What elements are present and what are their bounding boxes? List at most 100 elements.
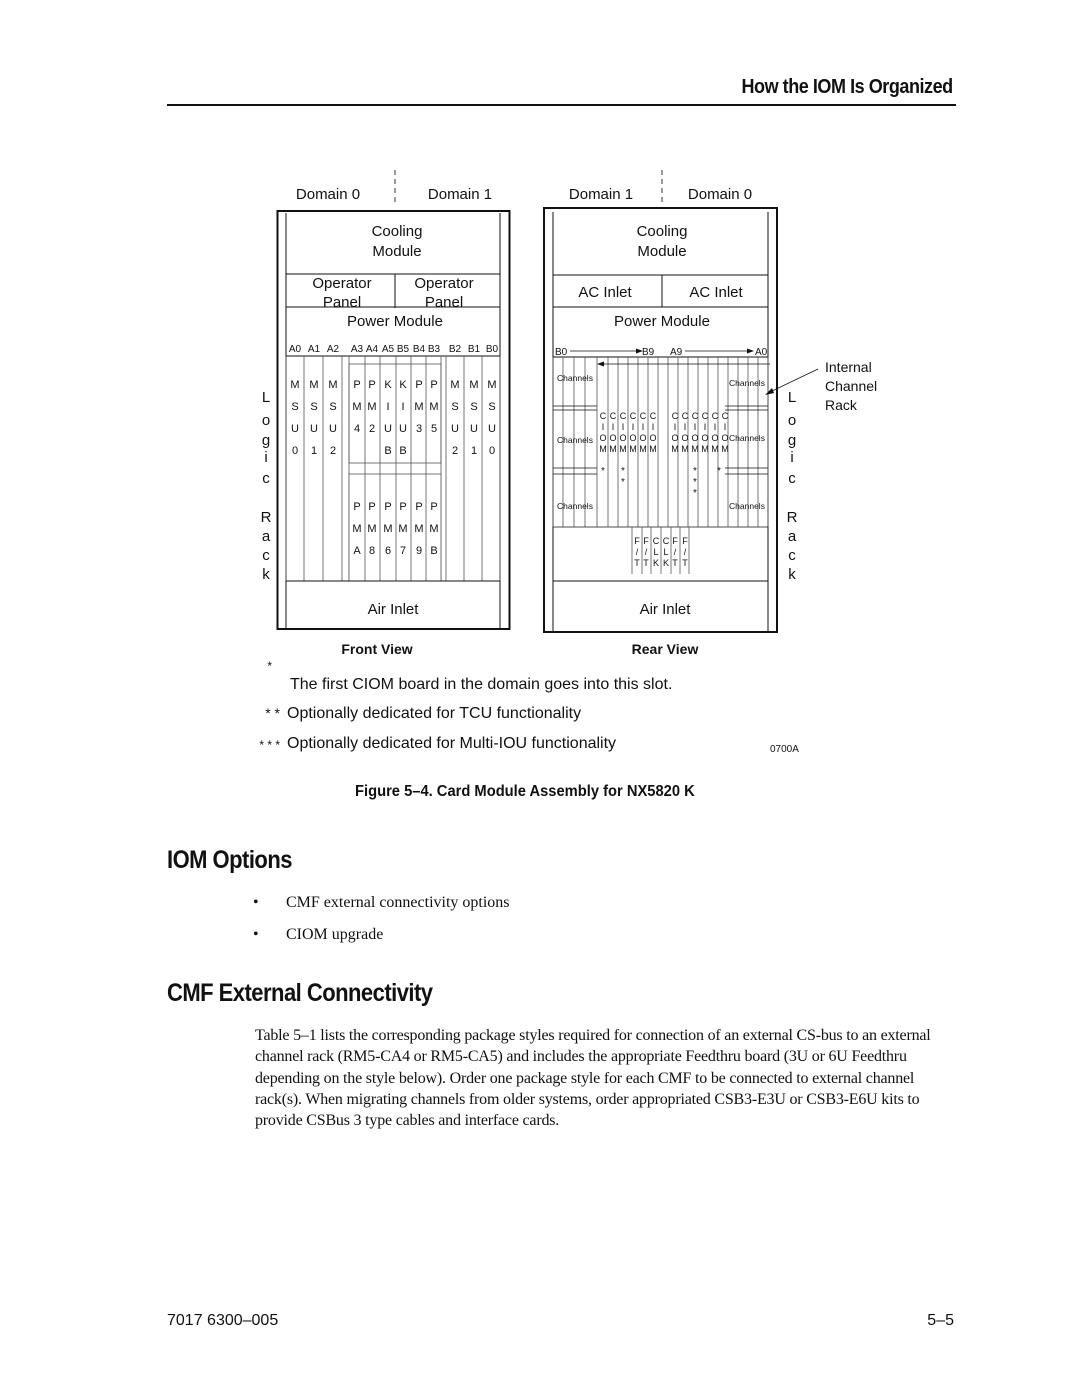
rear-ciom-left-label: C [630,411,637,421]
rear-range-right-arrowhead [747,348,754,354]
rear-ft-label: T [672,558,678,568]
logic-rack-letter: o [262,412,270,429]
front-card-label: 2 [330,445,336,457]
footer-page-number: 5–5 [927,1312,954,1329]
front-card-label: M [328,379,337,391]
front-card-label: M [429,401,438,413]
rear-ft-label: / [684,547,687,557]
card-module-assembly-diagram: Domain 0 Domain 1 Cooling Module Operato… [259,170,877,755]
front-card-label: K [399,379,407,391]
front-card-label: M [469,379,478,391]
rear-cooling-line2: Module [637,243,686,260]
iom-option-text: CIOM upgrade [286,926,384,943]
rear-chassis-outline [543,207,778,633]
rear-ac-inlet-left: AC Inlet [578,284,632,301]
rear-ciom-left-label: O [649,433,656,443]
front-card-label: S [488,401,495,413]
rear-ft-label: C [663,536,670,546]
rear-ciom-right-label: M [711,444,719,454]
front-panel-left-line1: Operator [312,275,371,292]
bullet-icon: • [253,894,259,911]
rear-power-module: Power Module [614,313,710,330]
note-3-marker: * * * [259,738,280,752]
note-2-marker: * * [265,705,280,721]
rear-ft-label: K [663,558,669,568]
logic-rack-letter: c [262,470,270,487]
logic-rack-letter: o [788,412,796,429]
header-rule [167,104,956,106]
front-card-label: S [451,401,458,413]
front-card-label: M [414,401,423,413]
rear-ciom-left-label: C [650,411,657,421]
rear-ciom-left-label: M [619,444,627,454]
rear-ciom-right-label: O [711,433,718,443]
figure-caption: Figure 5–4. Card Module Assembly for NX5… [355,783,695,800]
rear-cooling-line1: Cooling [637,223,688,240]
front-lower-pm-group [348,473,442,582]
rear-ciom-right-label: M [721,444,729,454]
front-lower-card-label: P [384,501,391,513]
logic-rack-letter: k [262,566,270,583]
note-3-text: Optionally dedicated for Multi-IOU funct… [287,735,616,752]
rear-ft-label: L [663,547,668,557]
rear-channels-label: Channels [557,501,593,511]
front-lower-card-label: M [352,523,361,535]
rear-ciom-left-label: I [602,422,605,432]
rear-ft-label: / [645,547,648,557]
rear-ft-label: F [682,536,688,546]
front-card-label: 4 [354,423,360,435]
front-card-label: U [470,423,478,435]
rear-ciom-right-label: M [701,444,709,454]
front-card-label: P [430,379,437,391]
front-card-label: M [450,379,459,391]
front-lower-card-label: 6 [385,545,391,557]
rear-channels-label: Channels [557,435,593,445]
rear-channels-label: Channels [557,373,593,383]
rear-ciom-right-label: C [722,411,729,421]
front-slot-label: B0 [486,344,499,355]
front-card-label: U [329,423,337,435]
rear-ciom-left-label: M [639,444,647,454]
rear-ciom-mark: * [693,488,697,499]
front-lower-card-label: P [415,501,422,513]
front-card-label: 5 [431,423,437,435]
front-lower-card-label: P [368,501,375,513]
front-card-label: U [451,423,459,435]
front-view-label: Front View [341,641,412,657]
front-logic-rack-label: LogicRack [261,389,272,583]
rear-ciom-right-label: O [691,433,698,443]
rear-ciom-left-label: I [622,422,625,432]
rear-ciom-mark: * [621,477,625,488]
rear-ciom-mark: * [621,466,625,477]
rear-ciom-left-label: M [649,444,657,454]
rear-ciom-left-label: I [642,422,645,432]
iom-option-item: • CIOM upgrade [253,926,383,944]
rear-channels-label: Channels [729,378,765,388]
front-lower-card-label: M [383,523,392,535]
rear-ciom-right-label: I [724,422,727,432]
front-card-label: 0 [489,445,495,457]
front-cooling-line2: Module [372,243,421,260]
rear-ciom-right-label: O [671,433,678,443]
logic-rack-letter: g [788,432,796,449]
rear-ciom-right-label: I [674,422,677,432]
rear-ft-label: F [634,536,640,546]
front-card-label: 1 [471,445,477,457]
front-slot-label: A1 [308,344,321,355]
front-card-label: 1 [311,445,317,457]
rear-ft-label: C [653,536,660,546]
logic-rack-letter: k [788,566,796,583]
rear-ciom-left-label: C [610,411,617,421]
front-lower-card-label: P [430,501,437,513]
iom-options-heading: IOM Options [167,846,292,874]
callout-arrowhead [765,388,774,395]
front-lower-card-label: A [353,545,361,557]
rear-ciom-right-label: I [714,422,717,432]
rear-ciom-right-label: I [684,422,687,432]
rear-ft-label: T [634,558,640,568]
front-card-label: S [291,401,298,413]
front-slot-label: A5 [382,344,395,355]
front-card-label: S [329,401,336,413]
rear-ciom-left-label: I [612,422,615,432]
logic-rack-letter: c [262,547,270,564]
